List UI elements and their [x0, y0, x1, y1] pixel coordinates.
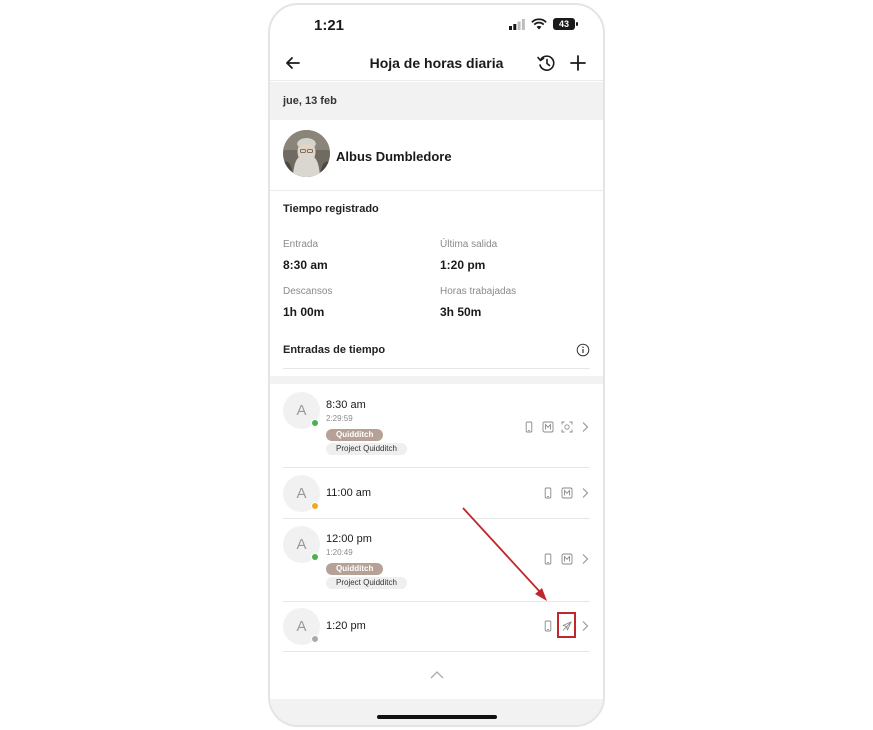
time-entry-row[interactable]: A 11:00 am	[283, 468, 590, 519]
stat-value-entry: 8:30 am	[283, 258, 328, 272]
stat-value-last-exit: 1:20 pm	[440, 258, 486, 272]
wifi-icon	[531, 18, 547, 30]
manual-entry-icon	[561, 553, 573, 565]
status-dot	[311, 635, 319, 643]
date-header: jue, 13 feb	[270, 82, 603, 120]
project-tag: Project Quidditch	[326, 577, 407, 589]
history-icon[interactable]	[535, 52, 557, 74]
manual-entry-icon	[542, 421, 554, 433]
highlight-box	[557, 612, 576, 638]
entry-duration: 1:20:49	[326, 548, 353, 557]
mobile-device-icon	[544, 487, 552, 499]
plus-icon[interactable]	[567, 52, 589, 74]
time-registered-title: Tiempo registrado	[283, 203, 379, 215]
time-entries-title: Entradas de tiempo	[283, 344, 386, 356]
chevron-right-icon[interactable]	[580, 553, 590, 565]
entry-time: 11:00 am	[326, 487, 372, 499]
entry-duration: 2:29:59	[326, 414, 353, 423]
time-entries-header: Entradas de tiempo	[283, 335, 590, 369]
stat-label-breaks: Descansos	[283, 286, 333, 297]
chevron-right-icon[interactable]	[580, 421, 590, 433]
avatar	[283, 130, 330, 177]
time-entry-row[interactable]: A 1:20 pm	[283, 602, 590, 652]
home-indicator	[377, 715, 497, 719]
entry-time: 8:30 am	[326, 399, 366, 411]
info-icon[interactable]	[576, 343, 590, 357]
entry-icons	[542, 553, 590, 565]
stat-label-hours-worked: Horas trabajadas	[440, 286, 517, 297]
manual-entry-icon	[561, 487, 573, 499]
entry-time: 1:20 pm	[326, 620, 366, 632]
chevron-right-icon[interactable]	[580, 487, 590, 499]
entry-time: 12:00 pm	[326, 533, 372, 545]
bottom-bar	[270, 699, 603, 725]
stat-value-hours-worked: 3h 50m	[440, 305, 482, 319]
status-icons: 43	[509, 18, 578, 30]
cellular-signal-icon	[509, 18, 525, 30]
project-tag: Project Quidditch	[326, 443, 407, 455]
status-dot	[311, 502, 319, 510]
activity-tag: Quidditch	[326, 563, 384, 575]
status-dot	[311, 553, 319, 561]
entry-icons	[542, 487, 590, 499]
time-entry-row[interactable]: A 8:30 am 2:29:59 Quidditch Project Quid…	[283, 384, 590, 468]
navigation-bar: Hoja de horas diaria	[270, 45, 603, 81]
entry-icons	[523, 421, 590, 433]
chevron-up-icon[interactable]	[428, 669, 446, 681]
stat-value-breaks: 1h 00m	[283, 305, 325, 319]
mobile-device-icon	[525, 421, 533, 433]
section-divider	[270, 376, 603, 384]
battery-icon: 43	[553, 18, 578, 30]
activity-tag: Quidditch	[326, 429, 384, 441]
employee-header: Albus Dumbledore	[270, 121, 603, 191]
employee-name: Albus Dumbledore	[336, 149, 452, 164]
status-dot	[311, 419, 319, 427]
mobile-device-icon	[544, 620, 552, 632]
stat-label-last-exit: Última salida	[440, 239, 498, 250]
status-time: 1:21	[314, 17, 345, 34]
date-label: jue, 13 feb	[283, 95, 337, 107]
phone-frame: 1:21 43 Hoja de horas diaria jue, 13 feb…	[268, 3, 605, 727]
status-bar: 1:21 43	[270, 5, 603, 45]
time-entry-row[interactable]: A 12:00 pm 1:20:49 Quidditch Project Qui…	[283, 519, 590, 602]
stat-label-entry: Entrada	[283, 239, 319, 250]
chevron-right-icon[interactable]	[580, 620, 590, 632]
face-scan-icon	[561, 421, 573, 433]
mobile-device-icon	[544, 553, 552, 565]
